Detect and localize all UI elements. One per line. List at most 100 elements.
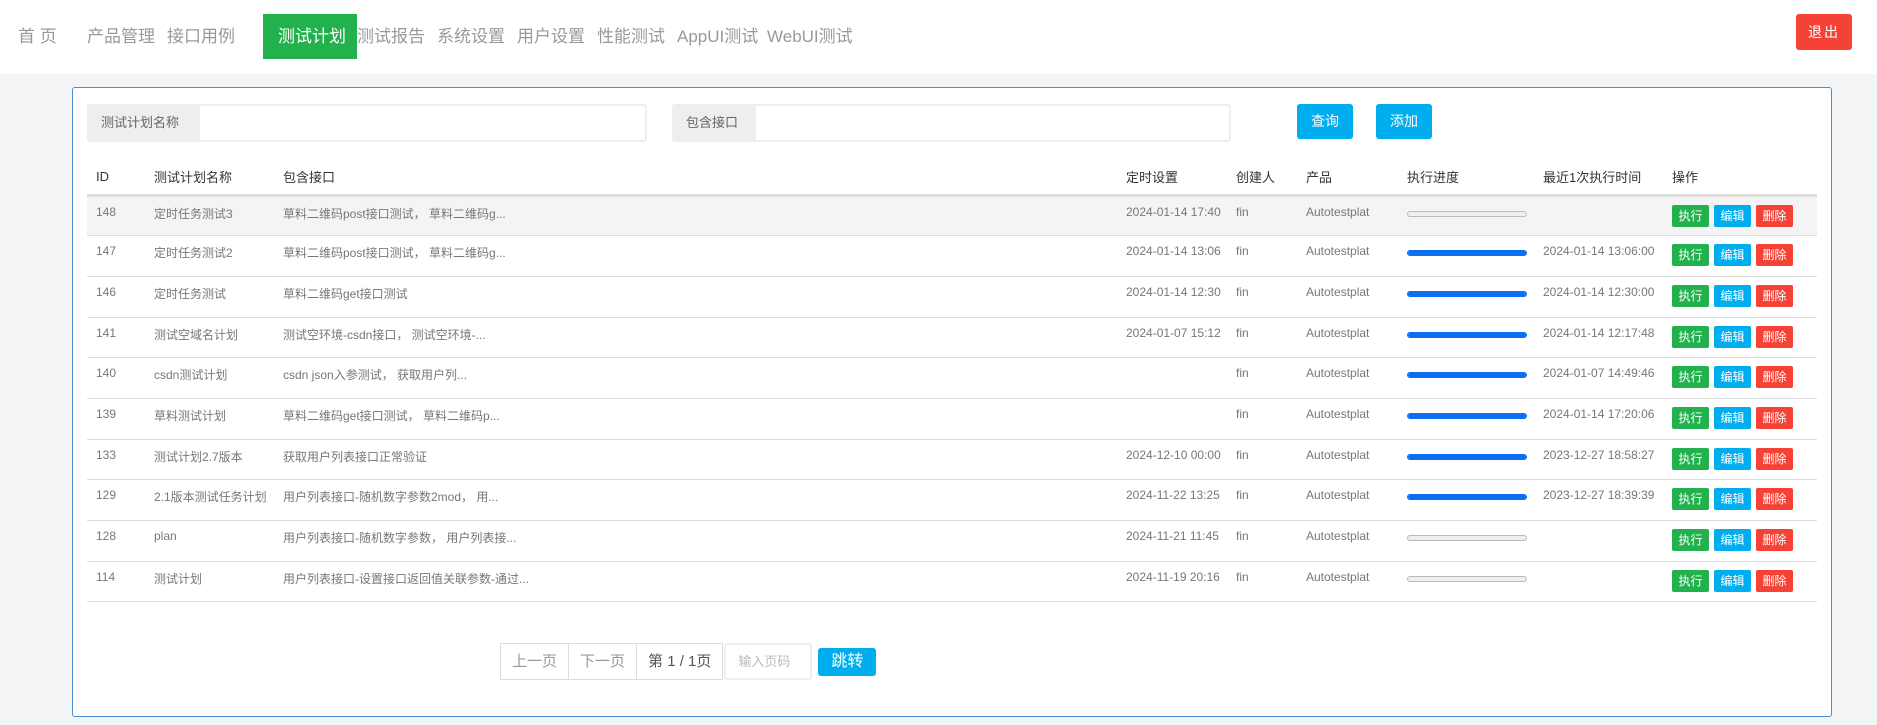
nav-item-9[interactable]: WebUI测试 [752, 14, 868, 59]
delete-button[interactable]: 删除 [1756, 529, 1793, 551]
plan-actions: 执行 编辑 删除 [1663, 195, 1817, 237]
plan-actions: 执行 编辑 删除 [1663, 439, 1817, 481]
nav-item-0[interactable]: 首 页 [3, 14, 72, 59]
interface-input[interactable] [756, 106, 1229, 140]
delete-button[interactable]: 删除 [1756, 569, 1793, 592]
plan-id: 148 [87, 195, 145, 237]
run-button[interactable]: 执行 [1672, 569, 1709, 592]
plan-schedule: 2024-11-22 13:25 [1117, 479, 1227, 521]
plan-progress [1398, 276, 1534, 318]
plan-name: 定时任务测试3 [145, 195, 274, 237]
progress-fill [1408, 291, 1526, 296]
edit-button[interactable]: 编辑 [1714, 366, 1751, 389]
edit-button[interactable]: 编辑 [1714, 569, 1751, 592]
table-row: 146 定时任务测试 草料二维码get接口测试 2024-01-14 12:30 fin… [87, 276, 1817, 318]
progress-fill [1408, 332, 1526, 337]
table-row: 148 定时任务测试3 草料二维码post接口测试， 草料二维码g... 2024-0… [87, 195, 1817, 237]
prev-page-button[interactable]: 上一页 [500, 643, 570, 680]
delete-button[interactable]: 删除 [1756, 284, 1793, 307]
plan-id: 141 [87, 317, 145, 359]
progress-fill [1408, 495, 1526, 500]
plan-creator: fin [1227, 398, 1297, 440]
column-header: 操作 [1663, 160, 1817, 197]
table-row: 139 草料测试计划 草料二维码get接口测试， 草料二维码p... fin Autot… [87, 398, 1817, 440]
progress-bar [1407, 494, 1527, 501]
plan-progress [1398, 561, 1534, 603]
plan-last-run: 2023-12-27 18:39:39 [1534, 479, 1663, 521]
delete-button[interactable]: 删除 [1756, 325, 1793, 348]
plan-last-run [1534, 561, 1663, 603]
next-page-button[interactable]: 下一页 [568, 643, 638, 680]
run-button[interactable]: 执行 [1672, 406, 1709, 429]
progress-fill [1408, 373, 1526, 378]
progress-bar [1407, 290, 1527, 297]
delete-button[interactable]: 删除 [1756, 366, 1793, 389]
progress-bar [1407, 250, 1527, 257]
edit-button[interactable]: 编辑 [1714, 447, 1751, 470]
delete-button[interactable]: 删除 [1756, 488, 1793, 511]
plan-schedule: 2024-01-07 15:12 [1117, 317, 1227, 359]
plan-schedule: 2024-12-10 00:00 [1117, 439, 1227, 481]
plan-interfaces: 草料二维码post接口测试， 草料二维码g... [274, 235, 1117, 277]
run-button[interactable]: 执行 [1672, 244, 1709, 267]
plan-interfaces: 测试空环境-csdn接口， 测试空环境-... [274, 317, 1117, 359]
plan-last-run [1534, 520, 1663, 562]
edit-button[interactable]: 编辑 [1714, 244, 1751, 267]
test-plan-panel: 测试计划名称 包含接口 查询 添加 ID 测试计划名称 包含接口 定时设置 创建人 产品执… [72, 87, 1832, 717]
plan-last-run: 2024-01-14 13:06:00 [1534, 235, 1663, 277]
edit-button[interactable]: 编辑 [1714, 529, 1751, 551]
plan-product: Autotestplat [1297, 195, 1398, 237]
plan-progress [1398, 195, 1534, 237]
progress-bar [1407, 575, 1527, 582]
delete-button[interactable]: 删除 [1756, 244, 1793, 267]
plan-product: Autotestplat [1297, 317, 1398, 359]
nav-item-2[interactable]: 接口用例 [152, 14, 250, 59]
run-button[interactable]: 执行 [1672, 529, 1709, 551]
edit-button[interactable]: 编辑 [1714, 284, 1751, 307]
column-header: 测试计划名称 [145, 160, 274, 197]
plan-name-input[interactable] [200, 106, 645, 140]
run-button[interactable]: 执行 [1672, 447, 1709, 470]
plan-last-run: 2024-01-14 12:17:48 [1534, 317, 1663, 359]
run-button[interactable]: 执行 [1672, 325, 1709, 348]
logout-button[interactable]: 退出 [1796, 14, 1852, 50]
progress-bar [1407, 210, 1527, 217]
plan-schedule: 2024-11-19 20:16 [1117, 561, 1227, 603]
plan-name: 定时任务测试 [145, 276, 274, 318]
table-row: 129 2.1版本测试任务计划 用户列表接口-随机数字参数2mod， 用... 202… [87, 479, 1817, 521]
plan-progress [1398, 398, 1534, 440]
delete-button[interactable]: 删除 [1756, 447, 1793, 470]
plan-last-run: 2024-01-14 17:20:06 [1534, 398, 1663, 440]
edit-button[interactable]: 编辑 [1714, 488, 1751, 511]
table-row: 133 测试计划2.7版本 获取用户列表接口正常验证 2024-12-10 00:00… [87, 439, 1817, 481]
jump-button[interactable]: 跳转 [818, 647, 877, 676]
plan-id: 139 [87, 398, 145, 440]
progress-bar [1407, 331, 1527, 338]
run-button[interactable]: 执行 [1672, 284, 1709, 307]
plan-name: 草料测试计划 [145, 398, 274, 440]
edit-button[interactable]: 编辑 [1714, 325, 1751, 348]
add-button[interactable]: 添加 [1376, 104, 1432, 139]
plan-id: 133 [87, 439, 145, 481]
delete-button[interactable]: 删除 [1756, 406, 1793, 429]
interface-label: 包含接口 [674, 106, 756, 140]
run-button[interactable]: 执行 [1672, 366, 1709, 389]
query-button[interactable]: 查询 [1297, 104, 1353, 139]
plan-creator: fin [1227, 357, 1297, 399]
delete-button[interactable]: 删除 [1756, 204, 1793, 227]
edit-button[interactable]: 编辑 [1714, 204, 1751, 227]
plan-name: 定时任务测试2 [145, 235, 274, 277]
plan-progress [1398, 357, 1534, 399]
plan-id: 129 [87, 479, 145, 521]
plan-id: 140 [87, 357, 145, 399]
edit-button[interactable]: 编辑 [1714, 406, 1751, 429]
page-number-input[interactable] [724, 643, 813, 680]
plan-actions: 执行 编辑 删除 [1663, 317, 1817, 359]
plan-product: Autotestplat [1297, 520, 1398, 562]
run-button[interactable]: 执行 [1672, 488, 1709, 511]
plan-name: 测试计划 [145, 561, 274, 603]
run-button[interactable]: 执行 [1672, 204, 1709, 227]
plan-id: 146 [87, 276, 145, 318]
table-header: ID 测试计划名称 包含接口 定时设置 创建人 产品 执行进度 最近1次执行时间 操作 [87, 160, 1817, 197]
plan-last-run: 2024-01-07 14:49:46 [1534, 357, 1663, 399]
